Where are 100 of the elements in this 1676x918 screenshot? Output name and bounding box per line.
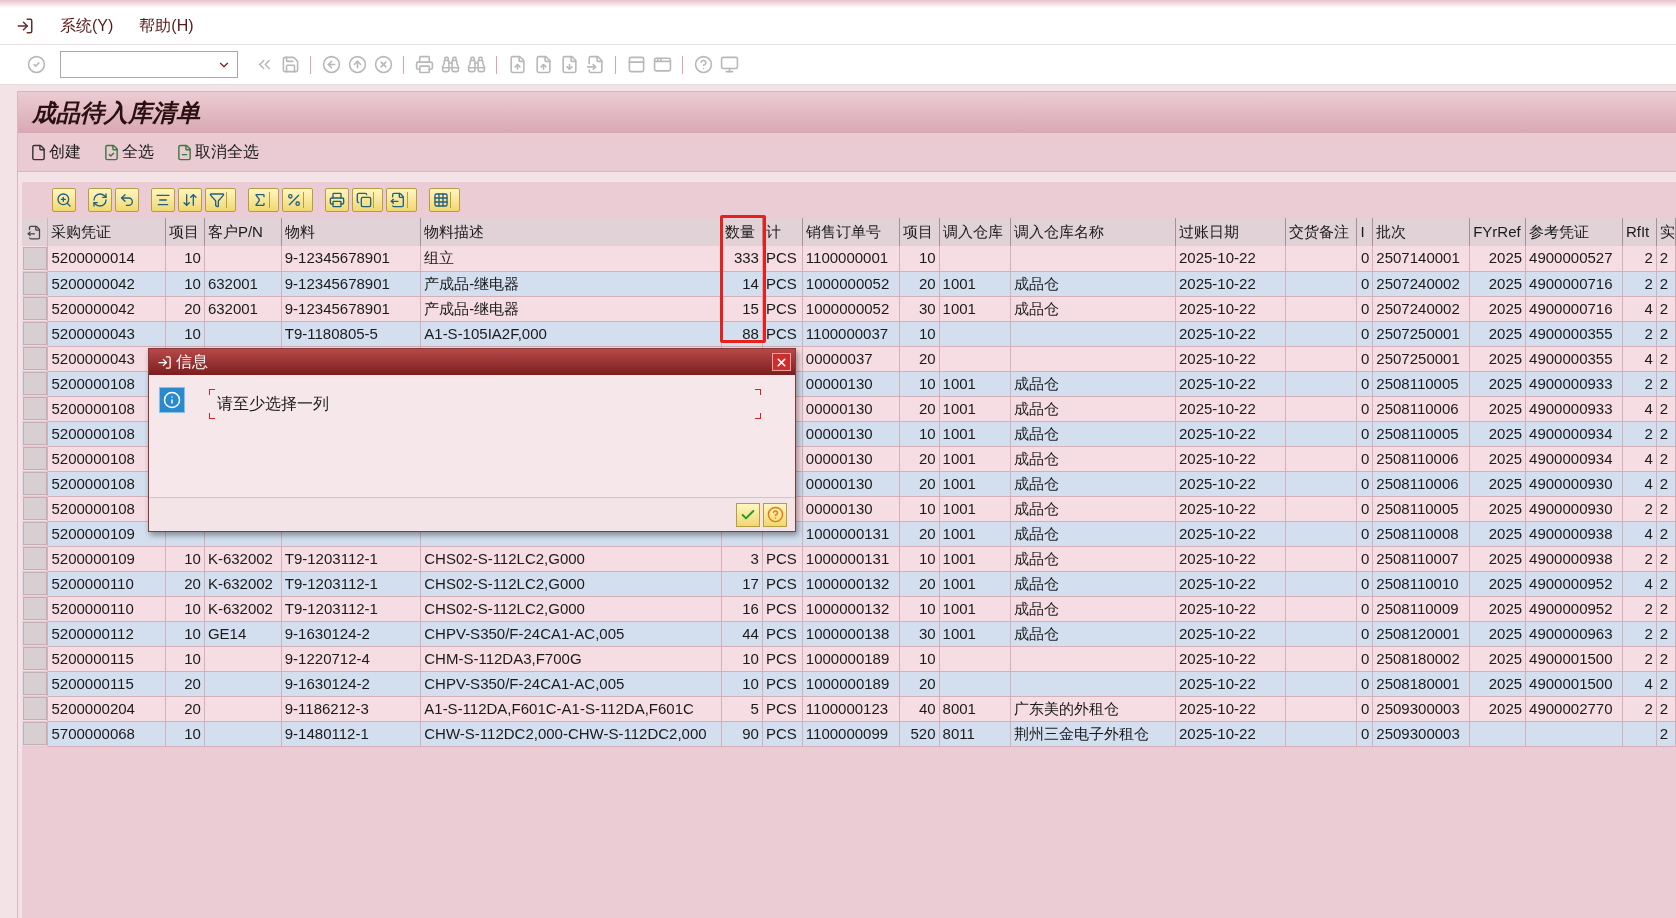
- row-selector[interactable]: [23, 597, 47, 620]
- column-header[interactable]: 项目: [169, 223, 199, 240]
- column-header[interactable]: 客户P/N: [207, 223, 263, 240]
- row-selector[interactable]: [23, 697, 47, 720]
- table-cell: 2509300003: [1376, 699, 1460, 717]
- toolbar-button[interactable]: 创建: [30, 140, 81, 164]
- table-cell: 1000000189: [805, 674, 890, 692]
- table-cell: 15: [742, 299, 759, 317]
- column-header[interactable]: 物料: [284, 223, 315, 240]
- row-selector[interactable]: [23, 347, 47, 370]
- menu-item[interactable]: 系统(Y): [60, 14, 114, 38]
- sort-ascending-button[interactable]: [151, 188, 175, 212]
- subtotal-button[interactable]: [282, 188, 313, 212]
- column-header[interactable]: 批次: [1376, 223, 1407, 240]
- row-selector[interactable]: [23, 272, 47, 295]
- row-selector[interactable]: [23, 647, 47, 670]
- row-selector[interactable]: [23, 322, 47, 345]
- refresh-button[interactable]: [88, 188, 112, 212]
- column-header[interactable]: 过账日期: [1179, 223, 1239, 240]
- table-cell: 5: [750, 699, 759, 717]
- table-cell: 2: [1659, 299, 1669, 317]
- row-selector[interactable]: [23, 722, 47, 745]
- menu-item[interactable]: 帮助(H): [139, 14, 194, 38]
- column-header[interactable]: RfIt: [1625, 223, 1650, 240]
- table-cell: 2: [1659, 724, 1669, 742]
- row-selector[interactable]: [23, 672, 47, 695]
- select-all-icon[interactable]: [27, 224, 43, 240]
- table-cell: 1000000132: [805, 599, 890, 617]
- column-header[interactable]: 采购凭证: [51, 223, 112, 240]
- table-cell: 0: [1361, 399, 1370, 417]
- sum-button[interactable]: [248, 188, 279, 212]
- column-header[interactable]: 调入仓库: [942, 223, 1003, 240]
- table-cell: 4900000355: [1529, 324, 1613, 342]
- views-button[interactable]: [352, 188, 383, 212]
- column-header[interactable]: 参考凭证: [1529, 223, 1590, 240]
- menu-icon[interactable]: [16, 17, 34, 35]
- undo-button[interactable]: [115, 188, 139, 212]
- table-cell: 1100000123: [805, 699, 889, 717]
- column-header[interactable]: 项目: [902, 223, 933, 240]
- table-cell: 30: [918, 624, 936, 642]
- print-button[interactable]: [325, 188, 349, 212]
- table-cell: 2025: [1488, 274, 1523, 292]
- back-icon: [321, 55, 341, 74]
- table-cell: 2025-10-22: [1179, 349, 1256, 367]
- row-selector[interactable]: [23, 497, 47, 520]
- toolbar-button[interactable]: 全选: [103, 140, 154, 164]
- table-cell: 17: [742, 574, 759, 592]
- toolbar-button[interactable]: 取消全选: [176, 140, 259, 164]
- confirm-button[interactable]: [736, 502, 760, 527]
- row-selector[interactable]: [23, 447, 47, 470]
- row-selector[interactable]: [23, 246, 47, 270]
- table-cell: PCS: [765, 249, 797, 267]
- table-cell: 632001: [207, 274, 258, 292]
- table-cell: 2: [1644, 599, 1653, 617]
- save-icon: [280, 55, 300, 74]
- filter-button[interactable]: [205, 188, 236, 212]
- column-header[interactable]: 计: [765, 223, 781, 240]
- table-cell: 333: [733, 249, 759, 267]
- sort-descending-button[interactable]: [178, 188, 202, 212]
- table-cell: 0: [1361, 724, 1370, 742]
- table-cell: 2: [1644, 424, 1653, 442]
- column-header[interactable]: 销售订单号: [805, 223, 881, 240]
- table-cell: 5200000042: [51, 299, 135, 317]
- table-cell: 5200000110: [51, 574, 134, 592]
- table-cell: 20: [918, 574, 936, 592]
- table-cell: K-632002: [207, 574, 273, 592]
- layout-button[interactable]: [429, 188, 460, 212]
- filter-icon: [209, 192, 225, 208]
- close-button[interactable]: [772, 353, 791, 371]
- table-cell: A1-S-105IA2F,000: [424, 324, 547, 342]
- table-cell: 2: [1659, 399, 1669, 417]
- row-selector[interactable]: [23, 522, 47, 545]
- row-selector[interactable]: [23, 572, 47, 595]
- table-cell: 2025-10-22: [1179, 499, 1256, 517]
- table-cell: 2025-10-22: [1179, 374, 1256, 392]
- column-header[interactable]: I: [1360, 223, 1365, 240]
- row-selector[interactable]: [23, 422, 47, 445]
- column-header[interactable]: FYrRef: [1473, 223, 1521, 240]
- details-button[interactable]: [52, 188, 76, 212]
- row-selector[interactable]: [23, 372, 47, 395]
- row-selector[interactable]: [23, 472, 47, 495]
- table-cell: 1001: [942, 499, 976, 517]
- export-button[interactable]: [386, 188, 417, 212]
- row-selector[interactable]: [23, 622, 47, 645]
- column-header[interactable]: 调入仓库名称: [1014, 223, 1105, 240]
- column-header[interactable]: 实: [1659, 223, 1675, 240]
- enter-icon: [26, 55, 46, 74]
- help-button[interactable]: [763, 502, 787, 527]
- row-selector[interactable]: [23, 397, 47, 420]
- table-cell: 4900000938: [1529, 524, 1613, 542]
- column-header[interactable]: 数量: [725, 223, 756, 240]
- command-field[interactable]: [60, 51, 238, 78]
- table-cell: 2025-10-22: [1179, 424, 1256, 442]
- column-header[interactable]: 物料描述: [424, 223, 485, 240]
- row-selector[interactable]: [23, 297, 47, 320]
- row-selector[interactable]: [23, 547, 47, 570]
- table-cell: 2025-10-22: [1179, 624, 1256, 642]
- table-cell: 成品仓: [1014, 499, 1060, 517]
- column-header[interactable]: 交货备注: [1288, 223, 1349, 240]
- table-cell: 2508110006: [1376, 399, 1459, 417]
